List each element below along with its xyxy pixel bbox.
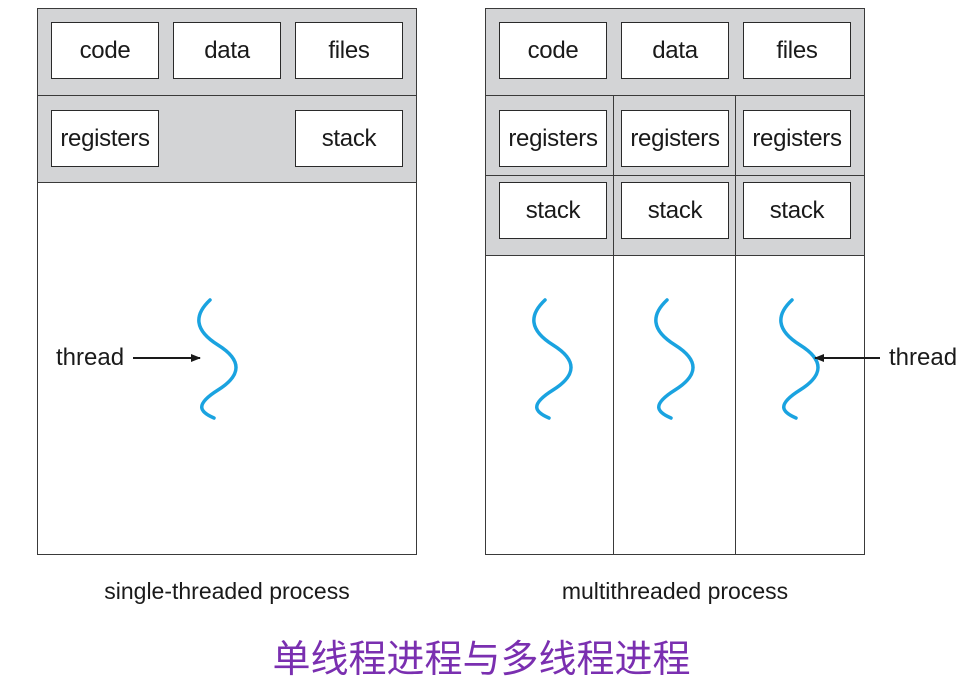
multi-thread-squiggle-2 <box>654 298 695 420</box>
multi-thread-squiggle-1 <box>532 298 573 420</box>
multi-thread-squiggle-3 <box>779 298 820 420</box>
thread-overlay <box>133 298 880 420</box>
diagram-title: 单线程进程与多线程进程 <box>272 637 691 681</box>
single-thread-squiggle <box>197 298 238 420</box>
